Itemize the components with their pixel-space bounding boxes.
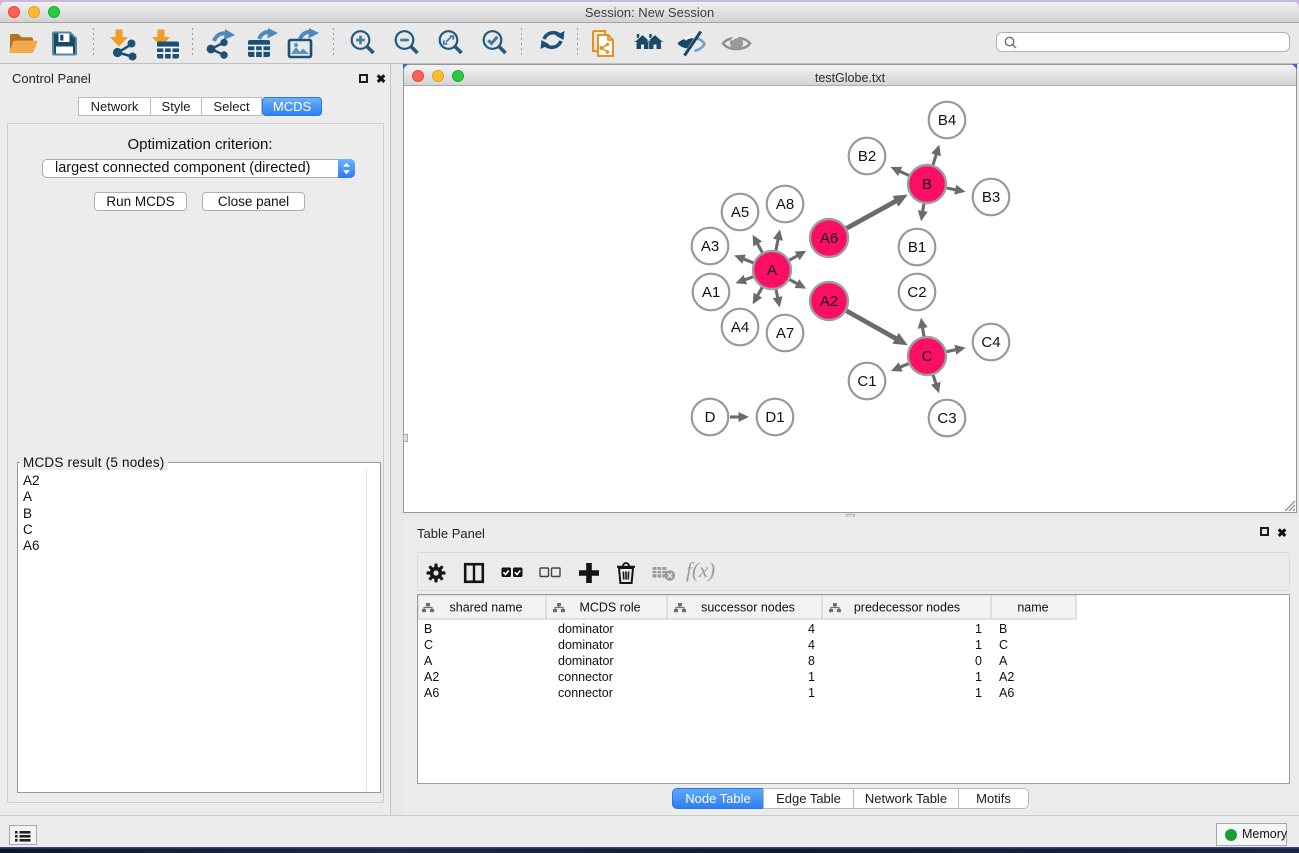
svg-text:shared name: shared name: [450, 601, 523, 615]
svg-text:MCDS role: MCDS role: [579, 601, 640, 615]
svg-text:B4: B4: [938, 112, 956, 129]
svg-text:A7: A7: [776, 325, 794, 342]
svg-text:A4: A4: [731, 319, 749, 336]
svg-text:A6: A6: [820, 230, 838, 247]
svg-text:A: A: [767, 262, 777, 279]
svg-text:C1: C1: [857, 373, 876, 390]
svg-text:A8: A8: [776, 196, 794, 213]
svg-text:D1: D1: [765, 409, 784, 426]
svg-text:B3: B3: [982, 189, 1000, 206]
svg-text:B1: B1: [908, 239, 926, 256]
svg-text:name: name: [1017, 601, 1048, 615]
svg-text:A2: A2: [820, 293, 838, 310]
svg-text:successor nodes: successor nodes: [701, 601, 795, 615]
svg-text:D: D: [705, 409, 716, 426]
svg-text:predecessor nodes: predecessor nodes: [854, 601, 960, 615]
svg-text:C3: C3: [937, 410, 956, 427]
svg-text:B: B: [922, 176, 932, 193]
svg-text:C2: C2: [907, 284, 926, 301]
svg-text:A3: A3: [701, 238, 719, 255]
svg-text:A1: A1: [702, 284, 720, 301]
svg-text:C: C: [922, 348, 933, 365]
svg-text:A5: A5: [731, 204, 749, 221]
svg-text:B2: B2: [858, 148, 876, 165]
svg-text:C4: C4: [981, 334, 1000, 351]
